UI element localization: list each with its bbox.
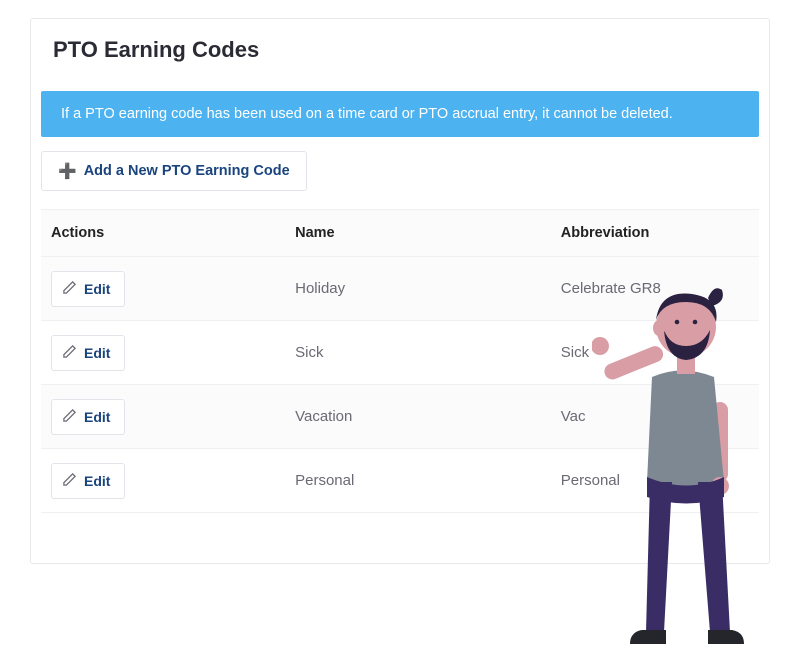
cell-abbreviation: Personal (551, 460, 759, 501)
pencil-icon (62, 472, 77, 490)
edit-button[interactable]: Edit (51, 271, 125, 307)
cell-abbreviation: Sick (551, 332, 759, 373)
pto-panel: PTO Earning Codes If a PTO earning code … (30, 18, 770, 564)
edit-button[interactable]: Edit (51, 335, 125, 371)
edit-button[interactable]: Edit (51, 463, 125, 499)
table-header: Actions Name Abbreviation (41, 209, 759, 257)
cell-abbreviation: Vac (551, 396, 759, 437)
add-button-label: Add a New PTO Earning Code (84, 163, 290, 179)
info-banner: If a PTO earning code has been used on a… (41, 91, 759, 137)
table-body: Edit Holiday Celebrate GR8 Edit Sick Sic… (41, 257, 759, 513)
edit-button[interactable]: Edit (51, 399, 125, 435)
cell-name: Vacation (285, 396, 551, 437)
edit-label: Edit (84, 473, 110, 489)
edit-label: Edit (84, 281, 110, 297)
plus-icon: ➕ (58, 162, 77, 180)
pencil-icon (62, 280, 77, 298)
page-title: PTO Earning Codes (31, 19, 769, 91)
col-header-abbreviation: Abbreviation (551, 210, 759, 256)
cell-name: Personal (285, 460, 551, 501)
pencil-icon (62, 408, 77, 426)
cell-name: Sick (285, 332, 551, 373)
edit-label: Edit (84, 345, 110, 361)
table-row: Edit Holiday Celebrate GR8 (41, 257, 759, 321)
col-header-name: Name (285, 210, 551, 256)
table-row: Edit Personal Personal (41, 449, 759, 513)
add-pto-code-button[interactable]: ➕ Add a New PTO Earning Code (41, 151, 307, 191)
table-row: Edit Sick Sick (41, 321, 759, 385)
cell-abbreviation: Celebrate GR8 (551, 268, 759, 309)
pto-codes-table: Actions Name Abbreviation Edit Holiday C… (41, 209, 759, 513)
cell-name: Holiday (285, 268, 551, 309)
pencil-icon (62, 344, 77, 362)
col-header-actions: Actions (41, 210, 285, 256)
table-row: Edit Vacation Vac (41, 385, 759, 449)
edit-label: Edit (84, 409, 110, 425)
